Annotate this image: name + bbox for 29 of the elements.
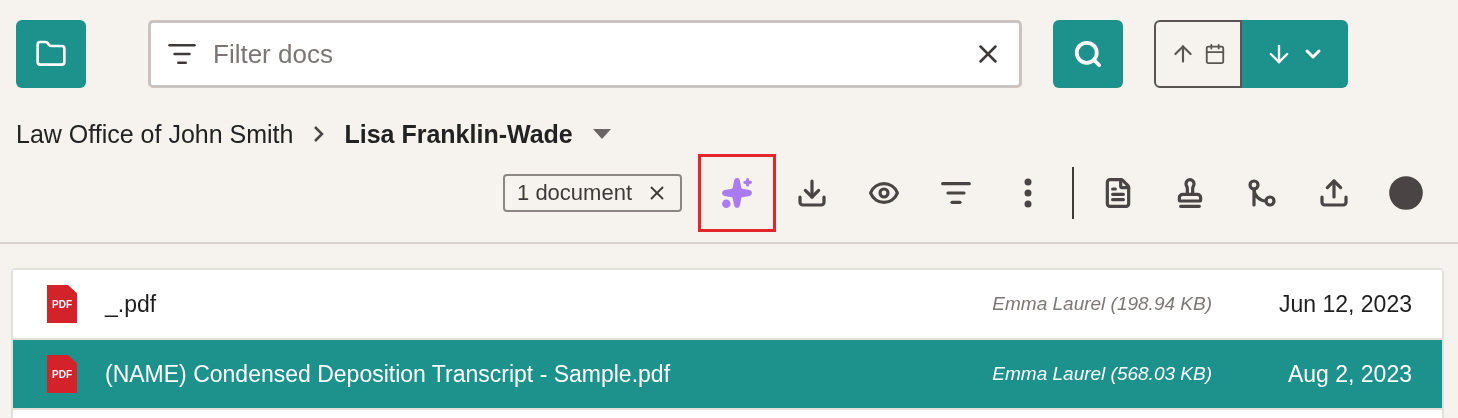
document-name: _.pdf	[105, 290, 158, 318]
document-date: Jun 12, 2023	[1278, 290, 1412, 318]
breadcrumb-current[interactable]: Lisa Franklin-Wade	[344, 119, 573, 149]
search-icon	[1073, 39, 1103, 69]
document-owner-size: Emma Laurel (568.03 KB)	[992, 363, 1212, 385]
selection-count: 1 document	[517, 180, 632, 206]
breadcrumb-link[interactable]: Law Office of John Smith	[16, 119, 294, 149]
document-owner-size: Emma Laurel (198.94 KB)	[992, 293, 1212, 315]
document-name: (NAME) Condensed Deposition Transcript - Sample.pdf	[105, 360, 672, 388]
more-icon	[1024, 178, 1032, 208]
sparkles-icon	[721, 177, 753, 209]
caret-icon[interactable]	[592, 129, 611, 139]
pdf-file-icon: PDF	[47, 355, 77, 393]
search-button[interactable]	[1053, 20, 1123, 88]
search-field[interactable]: Filter docs	[148, 20, 1022, 88]
sparkles-button[interactable]	[698, 154, 776, 232]
chevron-right-icon	[313, 125, 325, 143]
upload-icon	[1318, 177, 1350, 209]
circle-icon	[1388, 175, 1424, 211]
pdf-file-icon: PDF	[47, 285, 77, 323]
filter-input[interactable]: Filter docs	[211, 37, 959, 71]
document-row[interactable]: PDF (NAME) Condensed Deposition Transcript - Sample.pdf Emma Laurel (568.03 KB) Aug 2, 2023	[13, 340, 1442, 410]
sort-by-date-button[interactable]	[1154, 20, 1242, 88]
document-date: Aug 2, 2023	[1286, 360, 1412, 388]
download-icon	[796, 177, 828, 209]
merge-icon	[1246, 177, 1278, 209]
calendar-icon	[1204, 43, 1226, 65]
document-row[interactable]: PDF _.pdf Emma Laurel (198.94 KB) Jun 12, 2023	[13, 270, 1442, 340]
folder-button[interactable]	[16, 20, 86, 88]
